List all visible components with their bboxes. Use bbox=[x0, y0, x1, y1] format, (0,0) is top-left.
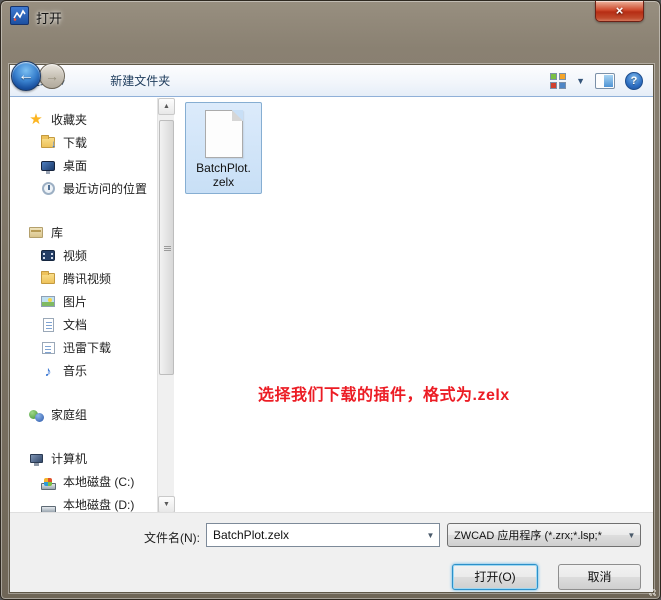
file-item-batchplot[interactable]: BatchPlot. zelx bbox=[185, 102, 262, 194]
filename-input[interactable] bbox=[207, 528, 422, 542]
desktop-icon bbox=[40, 158, 56, 174]
video-icon bbox=[40, 248, 56, 264]
picture-icon bbox=[40, 294, 56, 310]
open-button[interactable]: 打开(O) bbox=[452, 564, 538, 590]
sidebar-item-desktop[interactable]: 桌面 bbox=[10, 154, 157, 177]
sidebar-item-documents[interactable]: 文档 bbox=[10, 313, 157, 336]
main-area: ★ 收藏夹 下载 桌面 最近访问的位置 库 bbox=[10, 98, 653, 513]
folder-icon bbox=[40, 271, 56, 287]
folder-icon bbox=[40, 340, 56, 356]
file-name: BatchPlot. zelx bbox=[196, 161, 251, 189]
cancel-button[interactable]: 取消 bbox=[558, 564, 641, 590]
command-toolbar: 组织 ▼ 新建文件夹 ▼ ? bbox=[10, 65, 653, 97]
recent-places-icon bbox=[40, 181, 56, 197]
download-folder-icon bbox=[40, 135, 56, 151]
sidebar-item-pictures[interactable]: 图片 bbox=[10, 290, 157, 313]
sidebar-item-downloads[interactable]: 下载 bbox=[10, 131, 157, 154]
sidebar-item-recent-places[interactable]: 最近访问的位置 bbox=[10, 177, 157, 200]
sidebar-scrollbar[interactable]: ▲ ▼ bbox=[157, 98, 174, 513]
sidebar-item-favorites[interactable]: ★ 收藏夹 bbox=[10, 108, 157, 131]
sidebar-item-homegroup[interactable]: 家庭组 bbox=[10, 403, 157, 426]
change-view-icon[interactable] bbox=[550, 73, 566, 89]
navigation-pane: ★ 收藏夹 下载 桌面 最近访问的位置 库 bbox=[10, 98, 157, 513]
disk-drive-icon bbox=[40, 474, 56, 490]
close-button[interactable]: × bbox=[595, 1, 644, 22]
star-icon: ★ bbox=[28, 112, 44, 128]
document-icon bbox=[40, 317, 56, 333]
annotation-text: 选择我们下载的插件，格式为.zelx bbox=[258, 381, 510, 405]
preview-pane-icon[interactable] bbox=[595, 73, 615, 89]
views-caret-icon[interactable]: ▼ bbox=[576, 76, 585, 86]
sidebar-item-videos[interactable]: 视频 bbox=[10, 244, 157, 267]
window-title: 打开 bbox=[36, 8, 62, 27]
back-arrow-icon: ← bbox=[18, 68, 34, 84]
filename-label: 文件名(N): bbox=[10, 529, 200, 546]
library-icon bbox=[28, 225, 44, 241]
sidebar-item-computer[interactable]: 计算机 bbox=[10, 447, 157, 470]
back-button[interactable]: ← bbox=[11, 61, 41, 91]
filename-dropdown-icon[interactable]: ▼ bbox=[422, 524, 439, 546]
help-icon[interactable]: ? bbox=[625, 72, 643, 90]
file-type-filter[interactable]: ZWCAD 应用程序 (*.zrx;*.lsp;* ▼ bbox=[447, 523, 641, 547]
sidebar-item-thunder-downloads[interactable]: 迅雷下载 bbox=[10, 336, 157, 359]
sidebar-item-tencent-video[interactable]: 腾讯视频 bbox=[10, 267, 157, 290]
file-list-area[interactable]: BatchPlot. zelx 选择我们下载的插件，格式为.zelx bbox=[174, 98, 653, 513]
file-icon bbox=[205, 110, 243, 158]
disk-drive-icon bbox=[40, 497, 56, 513]
music-note-icon: ♪ bbox=[40, 363, 56, 379]
forward-button[interactable]: → bbox=[39, 63, 65, 89]
filename-combo[interactable]: ▼ bbox=[206, 523, 440, 547]
computer-icon bbox=[28, 451, 44, 467]
filter-value: ZWCAD 应用程序 (*.zrx;*.lsp;* bbox=[448, 527, 623, 543]
sidebar-item-music[interactable]: ♪ 音乐 bbox=[10, 359, 157, 382]
sidebar-item-local-disk-c[interactable]: 本地磁盘 (C:) bbox=[10, 470, 157, 493]
homegroup-icon bbox=[28, 407, 44, 423]
title-bar[interactable]: 打开 × bbox=[1, 1, 660, 31]
filter-dropdown-icon: ▼ bbox=[623, 524, 640, 546]
open-file-dialog: 打开 × ← → ▾ ▸ 插件 ▾ ↻ bbox=[0, 0, 661, 600]
toolbar-right-group: ▼ ? bbox=[550, 65, 643, 97]
forward-arrow-icon: → bbox=[45, 69, 59, 83]
sidebar-item-local-disk-d[interactable]: 本地磁盘 (D:) bbox=[10, 493, 157, 513]
dialog-client-area: 组织 ▼ 新建文件夹 ▼ ? ★ 收藏夹 bbox=[9, 64, 654, 593]
scroll-up-icon[interactable]: ▲ bbox=[158, 98, 175, 115]
app-icon bbox=[10, 6, 29, 25]
new-folder-button[interactable]: 新建文件夹 bbox=[102, 68, 178, 93]
zwcad-logo-icon bbox=[13, 9, 26, 22]
scrollbar-thumb[interactable] bbox=[159, 120, 174, 375]
dialog-footer: 文件名(N): ▼ ZWCAD 应用程序 (*.zrx;*.lsp;* ▼ 打开… bbox=[10, 512, 653, 592]
resize-grip[interactable] bbox=[646, 586, 656, 596]
navigation-bar: ← → ▾ ▸ 插件 ▾ ↻ bbox=[1, 31, 660, 64]
scroll-down-icon[interactable]: ▼ bbox=[158, 496, 175, 513]
sidebar-item-libraries[interactable]: 库 bbox=[10, 221, 157, 244]
